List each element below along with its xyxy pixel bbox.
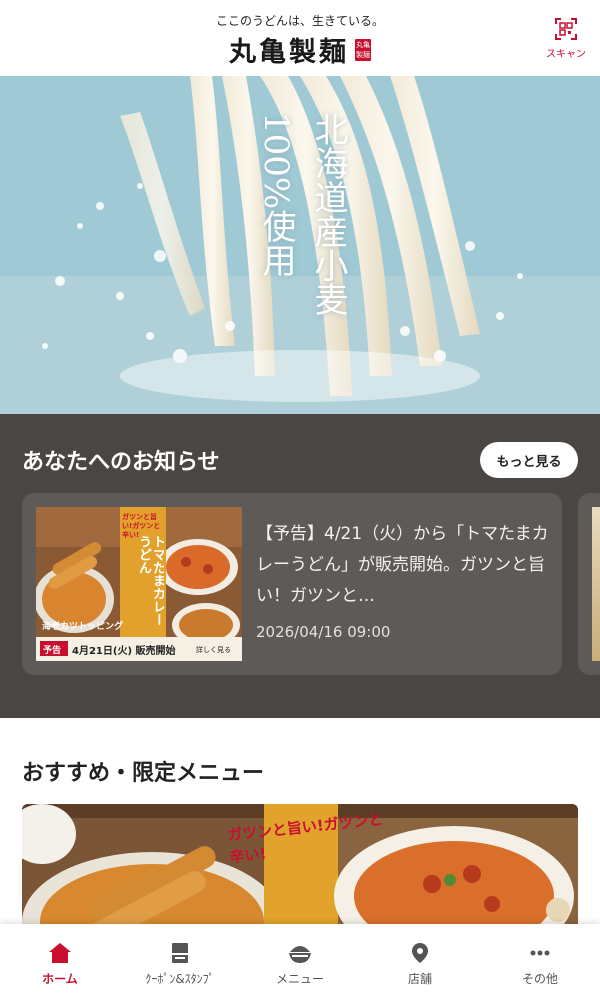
- thumb-product-title: トマたまカレーうどん: [136, 535, 164, 626]
- tab-home-label: ホーム: [42, 972, 78, 986]
- brand-tagline: ここのうどんは、生きている。: [215, 14, 384, 28]
- tab-home[interactable]: ホーム: [0, 924, 120, 1000]
- recommend-banner[interactable]: ガツンと旨い!ガツンと辛い!: [22, 804, 578, 924]
- qr-scan-icon: [555, 18, 577, 40]
- brand-logo-text: 丸亀製麺: [229, 37, 349, 68]
- news-card-text: 【予告】4/21（火）から「トマたまカレーうどん」が販売開始。ガツンと旨い！ガツ…: [256, 524, 549, 606]
- coupon-icon: [172, 943, 188, 963]
- thumb-link: 詳しく見る: [196, 646, 231, 654]
- thumb-badge: 予告: [43, 646, 62, 656]
- scan-button[interactable]: スキャン: [544, 18, 588, 61]
- brand-logo: 丸亀製麺 丸亀 製麺: [0, 30, 600, 69]
- app-header: ここのうどんは、生きている。 丸亀製麺 丸亀 製麺 スキャン: [0, 0, 600, 76]
- location-pin-icon: [412, 943, 428, 963]
- more-dots-icon: [530, 950, 550, 956]
- tab-coupon-label: ｸｰﾎﾟﾝ&ｽﾀﾝﾌﾟ: [145, 972, 215, 986]
- menu-bowl-icon: [289, 946, 311, 963]
- recommend-section-title: おすすめ・限定メニュー: [22, 761, 265, 786]
- hero-copy-line-2: 100%使用: [256, 112, 296, 278]
- news-card[interactable]: ガツンと旨い!ガツンと辛い! トマたまカレーうどん 海老カツトッピング 予告 4…: [22, 493, 562, 675]
- tab-menu[interactable]: メニュー: [240, 924, 360, 1000]
- hero-banner[interactable]: 北海道産小麦 100%使用: [0, 76, 600, 414]
- news-card-next-thumbnail: [592, 507, 600, 661]
- news-section: あなたへのお知らせ もっと見る ガツンと旨い!ガツンと辛い! トマたまカレーうど…: [0, 414, 600, 718]
- tab-other[interactable]: その他: [480, 924, 600, 1000]
- thumb-date: 4月21日(火) 販売開始: [72, 646, 176, 657]
- home-icon: [49, 943, 71, 963]
- scan-label: スキャン: [546, 49, 586, 60]
- tab-stores-label: 店舗: [407, 972, 432, 986]
- see-more-button[interactable]: もっと見る: [480, 442, 578, 478]
- thumb-sub: 海老カツトッピング: [42, 622, 124, 632]
- tab-coupon-stamp[interactable]: ｸｰﾎﾟﾝ&ｽﾀﾝﾌﾟ: [120, 924, 240, 1000]
- news-section-title: あなたへのお知らせ: [22, 450, 220, 475]
- bottom-tab-bar: ホーム ｸｰﾎﾟﾝ&ｽﾀﾝﾌﾟ メニュー 店舗 その他: [0, 924, 600, 1000]
- brand-seal: 丸亀 製麺: [355, 38, 371, 61]
- tab-stores[interactable]: 店舗: [360, 924, 480, 1000]
- hero-copy-line-1: 北海道産小麦: [308, 112, 348, 316]
- hero-noodle-illustration: [0, 76, 600, 414]
- tab-other-label: その他: [521, 972, 558, 986]
- news-card-next-peek[interactable]: [578, 493, 600, 675]
- news-thumbnail: ガツンと旨い!ガツンと辛い! トマたまカレーうどん 海老カツトッピング 予告 4…: [36, 507, 242, 661]
- tab-menu-label: メニュー: [275, 972, 324, 986]
- news-card-date: 2026/04/16 09:00: [256, 623, 391, 641]
